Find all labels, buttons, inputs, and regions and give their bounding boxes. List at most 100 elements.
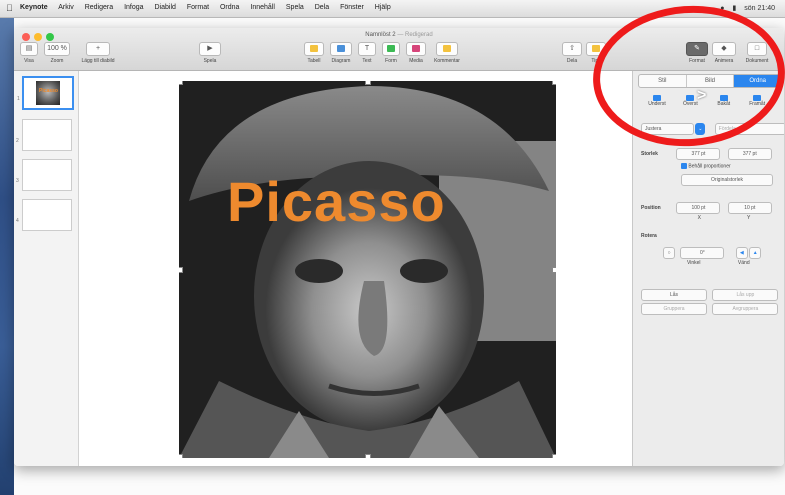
tabell-button[interactable]: Tabell	[304, 42, 324, 64]
menu-format[interactable]: Format	[187, 4, 209, 11]
tips-label: Tips	[591, 58, 601, 64]
add-slide-button[interactable]: + Lägg till diabild	[78, 42, 118, 64]
menu-ordna[interactable]: Ordna	[220, 4, 239, 11]
slide-navigator: 1 Picasso 2 3 4	[14, 71, 79, 466]
menu-diabild[interactable]: Diabild	[155, 4, 176, 11]
menu-hjalp[interactable]: Hjälp	[375, 4, 391, 11]
dela-button[interactable]: ⇧ Dela	[562, 42, 582, 64]
resize-handle[interactable]	[179, 267, 183, 273]
angle-field[interactable]: 0°	[680, 247, 725, 259]
tips-button[interactable]: Tips	[586, 42, 606, 64]
desktop-background	[0, 0, 14, 495]
bring-forward-button[interactable]: Framåt	[741, 95, 773, 107]
position-section: Position 100 pt 10 pt	[641, 202, 772, 214]
menu-infoga[interactable]: Infoga	[124, 4, 143, 11]
slide-thumbnail-title: Picasso	[39, 88, 58, 94]
kommentar-button[interactable]: Kommentar	[432, 42, 462, 64]
text-box-icon: T	[358, 42, 376, 56]
slide-number: 1	[17, 96, 20, 102]
send-backward-button[interactable]: Bakåt	[708, 95, 740, 107]
constrain-checkbox[interactable]	[681, 163, 687, 169]
animera-button[interactable]: ◆ Animera	[712, 42, 736, 64]
tab-stil[interactable]: Stil	[639, 75, 687, 87]
text-button[interactable]: T Text	[358, 42, 376, 64]
resize-handle[interactable]	[365, 81, 371, 85]
current-slide[interactable]: Picasso	[179, 81, 556, 458]
ungroup-button[interactable]: Avgruppera	[712, 303, 779, 315]
menu-app-name[interactable]: Keynote	[20, 4, 48, 11]
resize-handle[interactable]	[552, 81, 556, 85]
lock-row: Lås Lås upp	[641, 289, 779, 301]
rotate-label: Rotera	[641, 233, 657, 239]
resize-handle[interactable]	[179, 454, 183, 458]
media-icon	[406, 42, 426, 56]
menu-redigera[interactable]: Redigera	[85, 4, 113, 11]
rotate-dial-icon[interactable]: ○	[663, 247, 675, 259]
unlock-button[interactable]: Lås upp	[712, 289, 779, 301]
align-distribute-row: Justera ⌄ Fördela	[641, 123, 784, 135]
position-x-field[interactable]: 100 pt	[676, 202, 721, 214]
plus-icon: +	[86, 42, 110, 56]
menu-fonster[interactable]: Fönster	[340, 4, 364, 11]
text-label: Text	[362, 58, 372, 64]
width-field[interactable]: 377 pt	[676, 148, 721, 160]
align-select[interactable]: Justera	[641, 123, 694, 135]
slide-title-text[interactable]: Picasso	[227, 169, 446, 234]
portrait-photo[interactable]	[179, 81, 556, 458]
format-button[interactable]: ✎ Format	[686, 42, 708, 64]
tab-bild[interactable]: Bild	[687, 75, 735, 87]
size-section: Storlek 377 pt 377 pt	[641, 148, 772, 160]
zoom-button[interactable]: 100 % Zoom	[44, 42, 70, 64]
wifi-icon[interactable]: ●	[720, 5, 724, 12]
resize-handle[interactable]	[552, 267, 556, 273]
resize-handle[interactable]	[365, 454, 371, 458]
menu-spela[interactable]: Spela	[286, 4, 304, 11]
diagram-button[interactable]: Diagram	[330, 42, 352, 64]
flip-horizontal-icon[interactable]: ◀	[735, 247, 748, 259]
slide-number: 3	[16, 178, 19, 184]
menu-clock[interactable]: sön 21:40	[744, 5, 775, 12]
height-field[interactable]: 377 pt	[727, 148, 772, 160]
document-name: Namnlöst 2	[365, 32, 396, 38]
resize-handle[interactable]	[552, 454, 556, 458]
send-backward-label: Bakåt	[717, 101, 731, 107]
menu-innehall[interactable]: Innehåll	[250, 4, 275, 11]
flip-label: Vänd	[737, 260, 750, 266]
slide-thumbnail-3[interactable]: 3	[16, 159, 72, 191]
dokument-label: Dokument	[745, 58, 769, 64]
flip-vertical-icon[interactable]: ▲	[749, 247, 762, 259]
battery-icon[interactable]: ▮	[732, 5, 736, 12]
slide-thumbnail-1[interactable]: 1 Picasso	[17, 76, 74, 110]
slide-thumbnail-2[interactable]: 2	[16, 119, 72, 151]
tab-ordna[interactable]: Ordna	[734, 75, 781, 87]
media-label: Media	[409, 58, 423, 64]
lock-button[interactable]: Lås	[641, 289, 707, 301]
keynote-window: Namnlöst 2 — Redigerad ▤ Visa 100 % Zoom…	[14, 28, 784, 466]
original-size-button[interactable]: Originalstorlek	[681, 174, 773, 186]
menu-arkiv[interactable]: Arkiv	[58, 4, 74, 11]
rotate-sublabels: Vinkel Vänd	[687, 260, 750, 266]
zoom-label: Zoom	[50, 58, 64, 64]
group-button[interactable]: Gruppera	[641, 303, 707, 315]
slide-thumbnail-4[interactable]: 4	[16, 199, 72, 231]
menu-dela[interactable]: Dela	[315, 4, 329, 11]
angle-label: Vinkel	[687, 260, 701, 266]
dela-label: Dela	[566, 58, 578, 64]
resize-handle[interactable]	[179, 81, 183, 85]
play-button[interactable]: ▶ Spela	[199, 42, 221, 64]
table-icon	[304, 42, 324, 56]
send-to-back-button[interactable]: Underst	[641, 95, 673, 107]
distribute-select[interactable]: Fördela	[714, 123, 784, 135]
apple-menu-icon[interactable]: 	[6, 3, 13, 13]
document-status: — Redigerad	[397, 32, 433, 38]
position-y-field[interactable]: 10 pt	[727, 202, 772, 214]
zoom-value: 100 %	[44, 42, 70, 56]
visa-button[interactable]: ▤ Visa	[20, 42, 38, 64]
form-button[interactable]: Form	[382, 42, 400, 64]
document-icon: □	[747, 42, 767, 56]
media-button[interactable]: Media	[406, 42, 426, 64]
align-chevron-icon[interactable]: ⌄	[695, 123, 706, 135]
play-icon: ▶	[199, 42, 221, 56]
rotate-section: Rotera	[641, 233, 657, 239]
dokument-button[interactable]: □ Dokument	[742, 42, 772, 64]
